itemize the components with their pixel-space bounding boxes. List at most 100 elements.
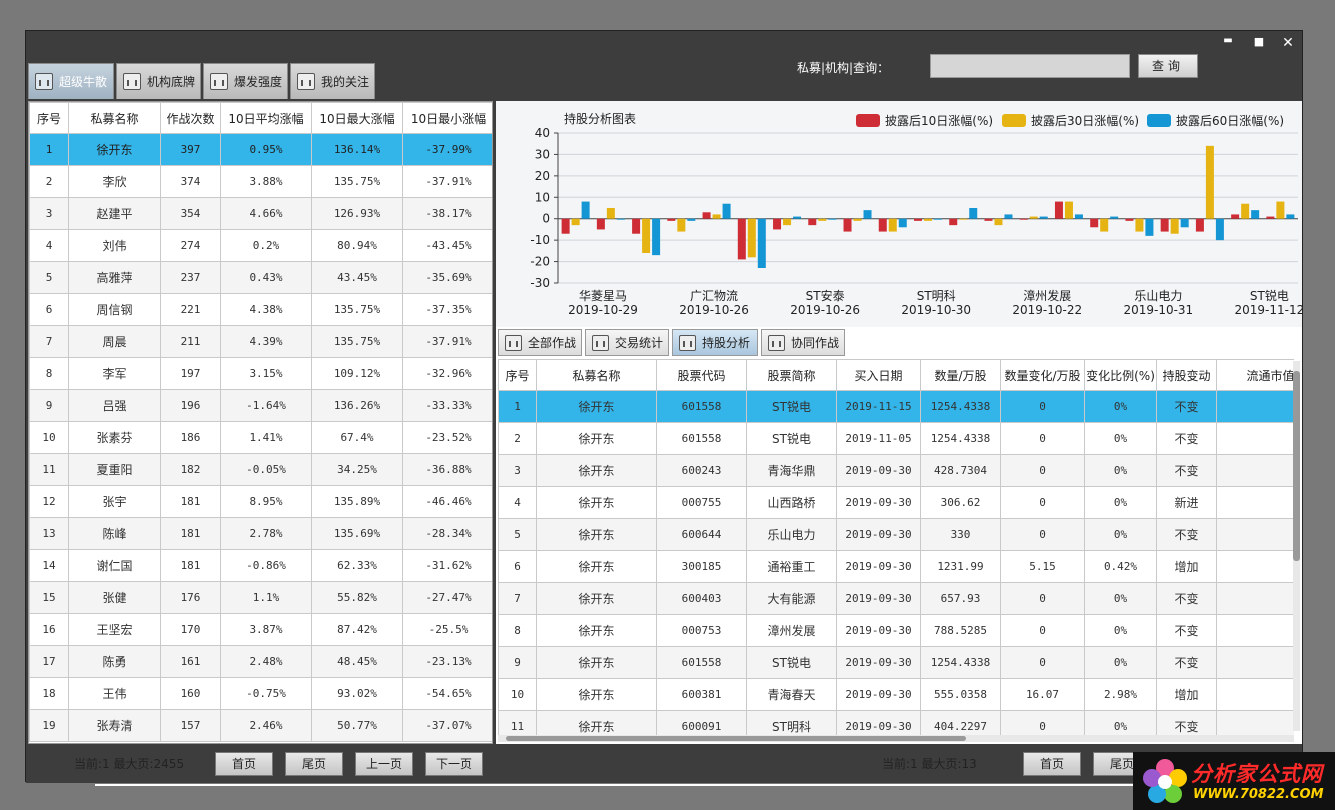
table-row[interactable]: 8 李军 197 3.15% 109.12% -32.96% bbox=[29, 357, 492, 390]
column-header[interactable]: 数量变化/万股 bbox=[1000, 359, 1085, 391]
table-cell: 王伟 bbox=[68, 677, 161, 710]
table-cell: -37.99% bbox=[402, 133, 492, 166]
prev-page-button[interactable]: 上一页 bbox=[355, 752, 413, 776]
table-cell: 3.15% bbox=[220, 357, 312, 390]
column-header[interactable]: 变化比例(%) bbox=[1084, 359, 1157, 391]
table-cell: 1205 bbox=[1216, 486, 1294, 519]
scroll-thumb[interactable] bbox=[506, 736, 966, 741]
y-tick-label: 20 bbox=[535, 169, 550, 183]
table-row[interactable]: 4徐开东000755山西路桥2019-09-30306.6200%新进1205 bbox=[498, 486, 1294, 519]
table-cell: 161 bbox=[160, 645, 221, 678]
column-header[interactable]: 股票简称 bbox=[746, 359, 837, 391]
x-tick-date: 2019-10-26 bbox=[679, 303, 749, 317]
table-cell: 50.77% bbox=[311, 709, 403, 742]
bar bbox=[757, 218, 766, 268]
table-cell: 135.75% bbox=[311, 165, 403, 198]
table-row[interactable]: 1徐开东601558ST锐电2019-11-151254.433800%不变12… bbox=[498, 390, 1294, 423]
tab-cooperative[interactable]: 协同作战 bbox=[761, 329, 845, 356]
table-row[interactable]: 10 徐开东 600381 青海春天 2019-09-30 555.0358 16.07 2.… bbox=[498, 678, 1294, 711]
column-header[interactable]: 作战次数 bbox=[160, 102, 221, 134]
table-row[interactable]: 3徐开东600243青海华鼎2019-09-30428.730400%不变175… bbox=[498, 454, 1294, 487]
x-tick-label: 漳州发展 bbox=[1023, 288, 1071, 303]
vertical-scrollbar[interactable] bbox=[1293, 361, 1300, 731]
table-row[interactable]: 7徐开东600403大有能源2019-09-30657.9300%不变2276 bbox=[498, 582, 1294, 615]
column-header[interactable]: 序号 bbox=[498, 359, 537, 391]
table-row[interactable]: 10 张素芬 186 1.41% 67.4% -23.52% bbox=[29, 421, 492, 454]
table-row[interactable]: 8徐开东000753漳州发展2019-09-30788.528500%不变227… bbox=[498, 614, 1294, 647]
tab-label: 协同作战 bbox=[791, 336, 840, 350]
table-row[interactable]: 9徐开东601558ST锐电2019-09-301254.433800%不变13… bbox=[498, 646, 1294, 679]
column-header[interactable]: 10日最小涨幅 bbox=[402, 102, 492, 134]
first-page-button[interactable]: 首页 bbox=[215, 752, 273, 776]
bar bbox=[914, 218, 922, 221]
table-row[interactable]: 11 夏重阳 182 -0.05% 34.25% -36.88% bbox=[29, 453, 492, 486]
table-row[interactable]: 2 李欣 374 3.88% 135.75% -37.91% bbox=[29, 165, 492, 198]
table-row[interactable]: 12 张宇 181 8.95% 135.89% -46.46% bbox=[29, 485, 492, 518]
tab-label: 机构底牌 bbox=[147, 75, 196, 89]
column-header[interactable]: 股票代码 bbox=[656, 359, 747, 391]
table-row[interactable]: 6 徐开东 300185 通裕重工 2019-09-30 1231.99 5.15 0.42%… bbox=[498, 550, 1294, 583]
table-row[interactable]: 13 陈峰 181 2.78% 135.69% -28.34% bbox=[29, 517, 492, 550]
next-page-button[interactable]: 下一页 bbox=[425, 752, 483, 776]
table-cell: 1552 bbox=[1216, 710, 1294, 736]
table-row[interactable]: 2徐开东601558ST锐电2019-11-051254.433800%不变12… bbox=[498, 422, 1294, 455]
table-cell: 16 bbox=[29, 613, 69, 646]
query-input[interactable] bbox=[930, 54, 1130, 78]
table-row[interactable]: 19 张寿清 157 2.46% 50.77% -37.07% bbox=[29, 709, 492, 742]
table-row[interactable]: 16 王坚宏 170 3.87% 87.42% -25.5% bbox=[29, 613, 492, 646]
table-cell: 2019-09-30 bbox=[836, 646, 921, 679]
bar bbox=[888, 218, 897, 232]
table-row[interactable]: 17 陈勇 161 2.48% 48.45% -23.13% bbox=[29, 645, 492, 678]
table-cell: 新进 bbox=[1156, 486, 1217, 519]
column-header[interactable]: 私募名称 bbox=[68, 102, 161, 134]
table-row[interactable]: 4 刘伟 274 0.2% 80.94% -43.45% bbox=[29, 229, 492, 262]
tab-my-watchlist[interactable]: 我的关注 bbox=[290, 63, 375, 99]
page-info-right: 当前:1 最大页:13 bbox=[882, 757, 977, 771]
table-cell: 不变 bbox=[1156, 454, 1217, 487]
table-row[interactable]: 9 吕强 196 -1.64% 136.26% -33.33% bbox=[29, 389, 492, 422]
first-page-button-right[interactable]: 首页 bbox=[1023, 752, 1081, 776]
maximize-icon[interactable]: ■ bbox=[1250, 35, 1268, 48]
table-cell: ST锐电 bbox=[746, 422, 837, 455]
query-button[interactable]: 查询 bbox=[1138, 54, 1198, 78]
tab-super-investor[interactable]: 超级牛散 bbox=[28, 63, 114, 99]
table-cell: 李欣 bbox=[68, 165, 161, 198]
tab-all-battles[interactable]: 全部作战 bbox=[498, 329, 582, 356]
column-header[interactable]: 10日最大涨幅 bbox=[311, 102, 403, 134]
table-cell: 1231.99 bbox=[920, 550, 1001, 583]
table-row[interactable]: 5徐开东600644乐山电力2019-09-3033000%不变1924 bbox=[498, 518, 1294, 551]
column-header[interactable]: 私募名称 bbox=[536, 359, 657, 391]
table-cell: 0.95% bbox=[220, 133, 312, 166]
table-cell: 34.25% bbox=[311, 453, 403, 486]
close-icon[interactable]: ✕ bbox=[1279, 35, 1297, 51]
table-row[interactable]: 7 周晨 211 4.39% 135.75% -37.91% bbox=[29, 325, 492, 358]
table-cell: -46.46% bbox=[402, 485, 492, 518]
tab-burst-strength[interactable]: 爆发强度 bbox=[203, 63, 288, 99]
last-page-button[interactable]: 尾页 bbox=[285, 752, 343, 776]
column-header[interactable]: 持股变动 bbox=[1156, 359, 1217, 391]
column-header[interactable]: 序号 bbox=[29, 102, 69, 134]
column-header[interactable]: 流通市值/ bbox=[1216, 359, 1294, 391]
column-header[interactable]: 买入日期 bbox=[836, 359, 921, 391]
column-header[interactable]: 数量/万股 bbox=[920, 359, 1001, 391]
tab-trade-stats[interactable]: 交易统计 bbox=[585, 329, 669, 356]
page-info-left: 当前:1 最大页:2455 bbox=[74, 757, 185, 771]
table-cell: 48.45% bbox=[311, 645, 403, 678]
table-row[interactable]: 14 谢仁国 181 -0.86% 62.33% -31.62% bbox=[29, 549, 492, 582]
bar bbox=[1090, 218, 1099, 228]
table-row[interactable]: 1 徐开东 397 0.95% 136.14% -37.99% bbox=[29, 133, 492, 166]
table-row[interactable]: 3 赵建平 354 4.66% 126.93% -38.17% bbox=[29, 197, 492, 230]
scroll-thumb[interactable] bbox=[1293, 371, 1300, 561]
tab-institution[interactable]: 机构底牌 bbox=[116, 63, 201, 99]
tab-holding-analysis[interactable]: 持股分析 bbox=[672, 329, 758, 356]
table-cell: 306.62 bbox=[920, 486, 1001, 519]
table-row[interactable]: 18 王伟 160 -0.75% 93.02% -54.65% bbox=[29, 677, 492, 710]
table-row[interactable]: 11徐开东600091ST明科2019-09-30404.229700%不变15… bbox=[498, 710, 1294, 736]
horizontal-scrollbar[interactable] bbox=[498, 735, 1294, 742]
table-row[interactable]: 15 张健 176 1.1% 55.82% -27.47% bbox=[29, 581, 492, 614]
chart-title: 持股分析图表 bbox=[564, 111, 636, 126]
column-header[interactable]: 10日平均涨幅 bbox=[220, 102, 312, 134]
minimize-icon[interactable]: ▬ bbox=[1219, 35, 1237, 46]
table-row[interactable]: 6 周信钢 221 4.38% 135.75% -37.35% bbox=[29, 293, 492, 326]
table-row[interactable]: 5 高雅萍 237 0.43% 43.45% -35.69% bbox=[29, 261, 492, 294]
